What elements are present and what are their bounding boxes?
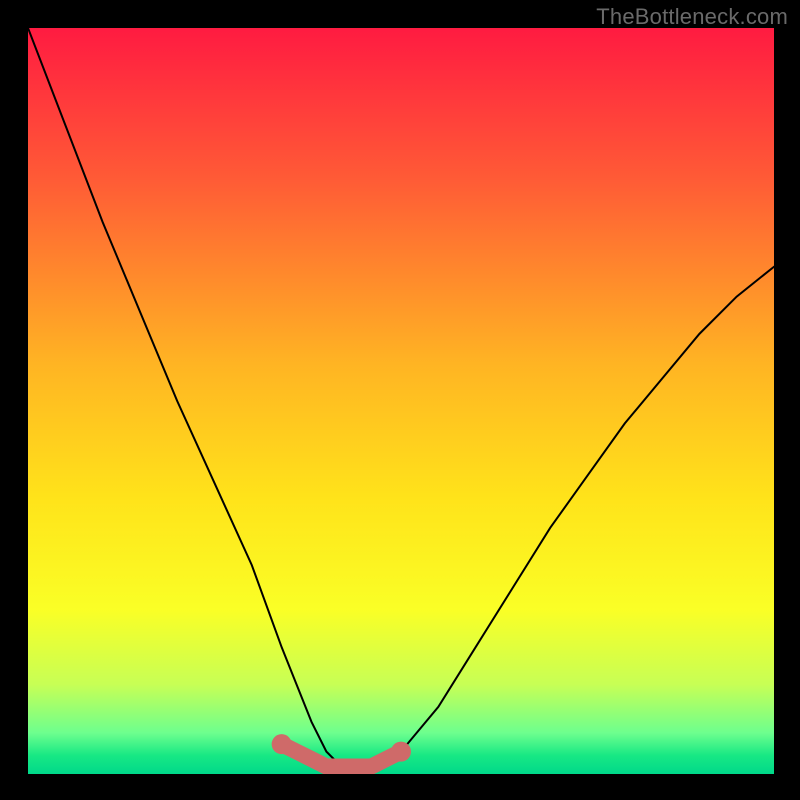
gradient-background	[28, 28, 774, 774]
chart-svg	[28, 28, 774, 774]
optimal-band-end-dot	[272, 734, 292, 754]
plot-area	[28, 28, 774, 774]
optimal-band-end-dot	[391, 742, 411, 762]
chart-frame: TheBottleneck.com	[0, 0, 800, 800]
watermark-text: TheBottleneck.com	[596, 4, 788, 30]
